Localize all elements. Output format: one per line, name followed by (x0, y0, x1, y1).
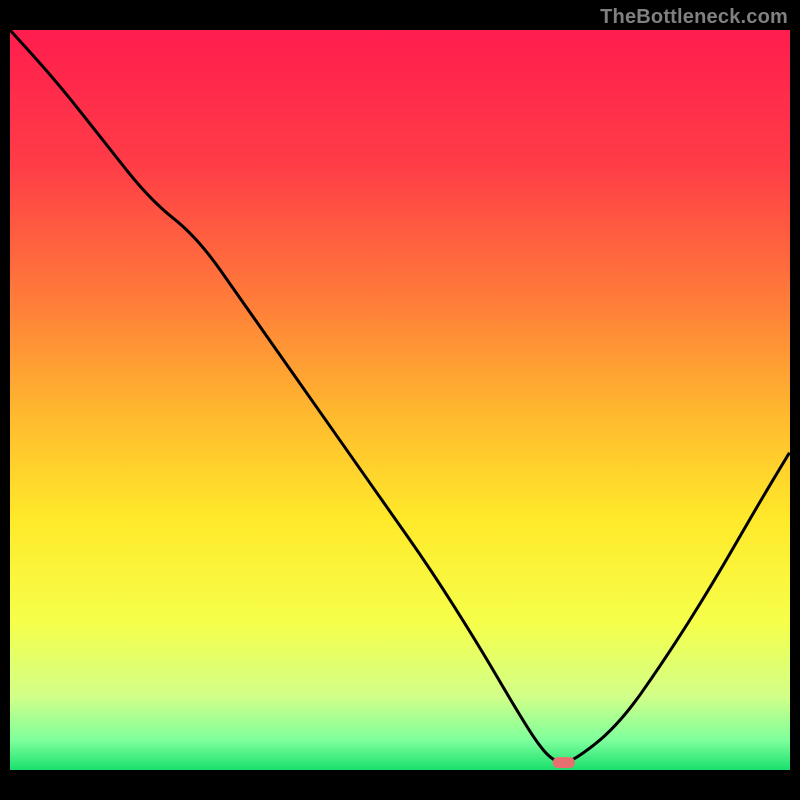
watermark-label: TheBottleneck.com (600, 6, 788, 29)
bottleneck-chart (10, 30, 790, 770)
optimal-point-marker (553, 757, 575, 768)
chart-background-gradient (10, 30, 790, 770)
chart-container (10, 30, 790, 790)
